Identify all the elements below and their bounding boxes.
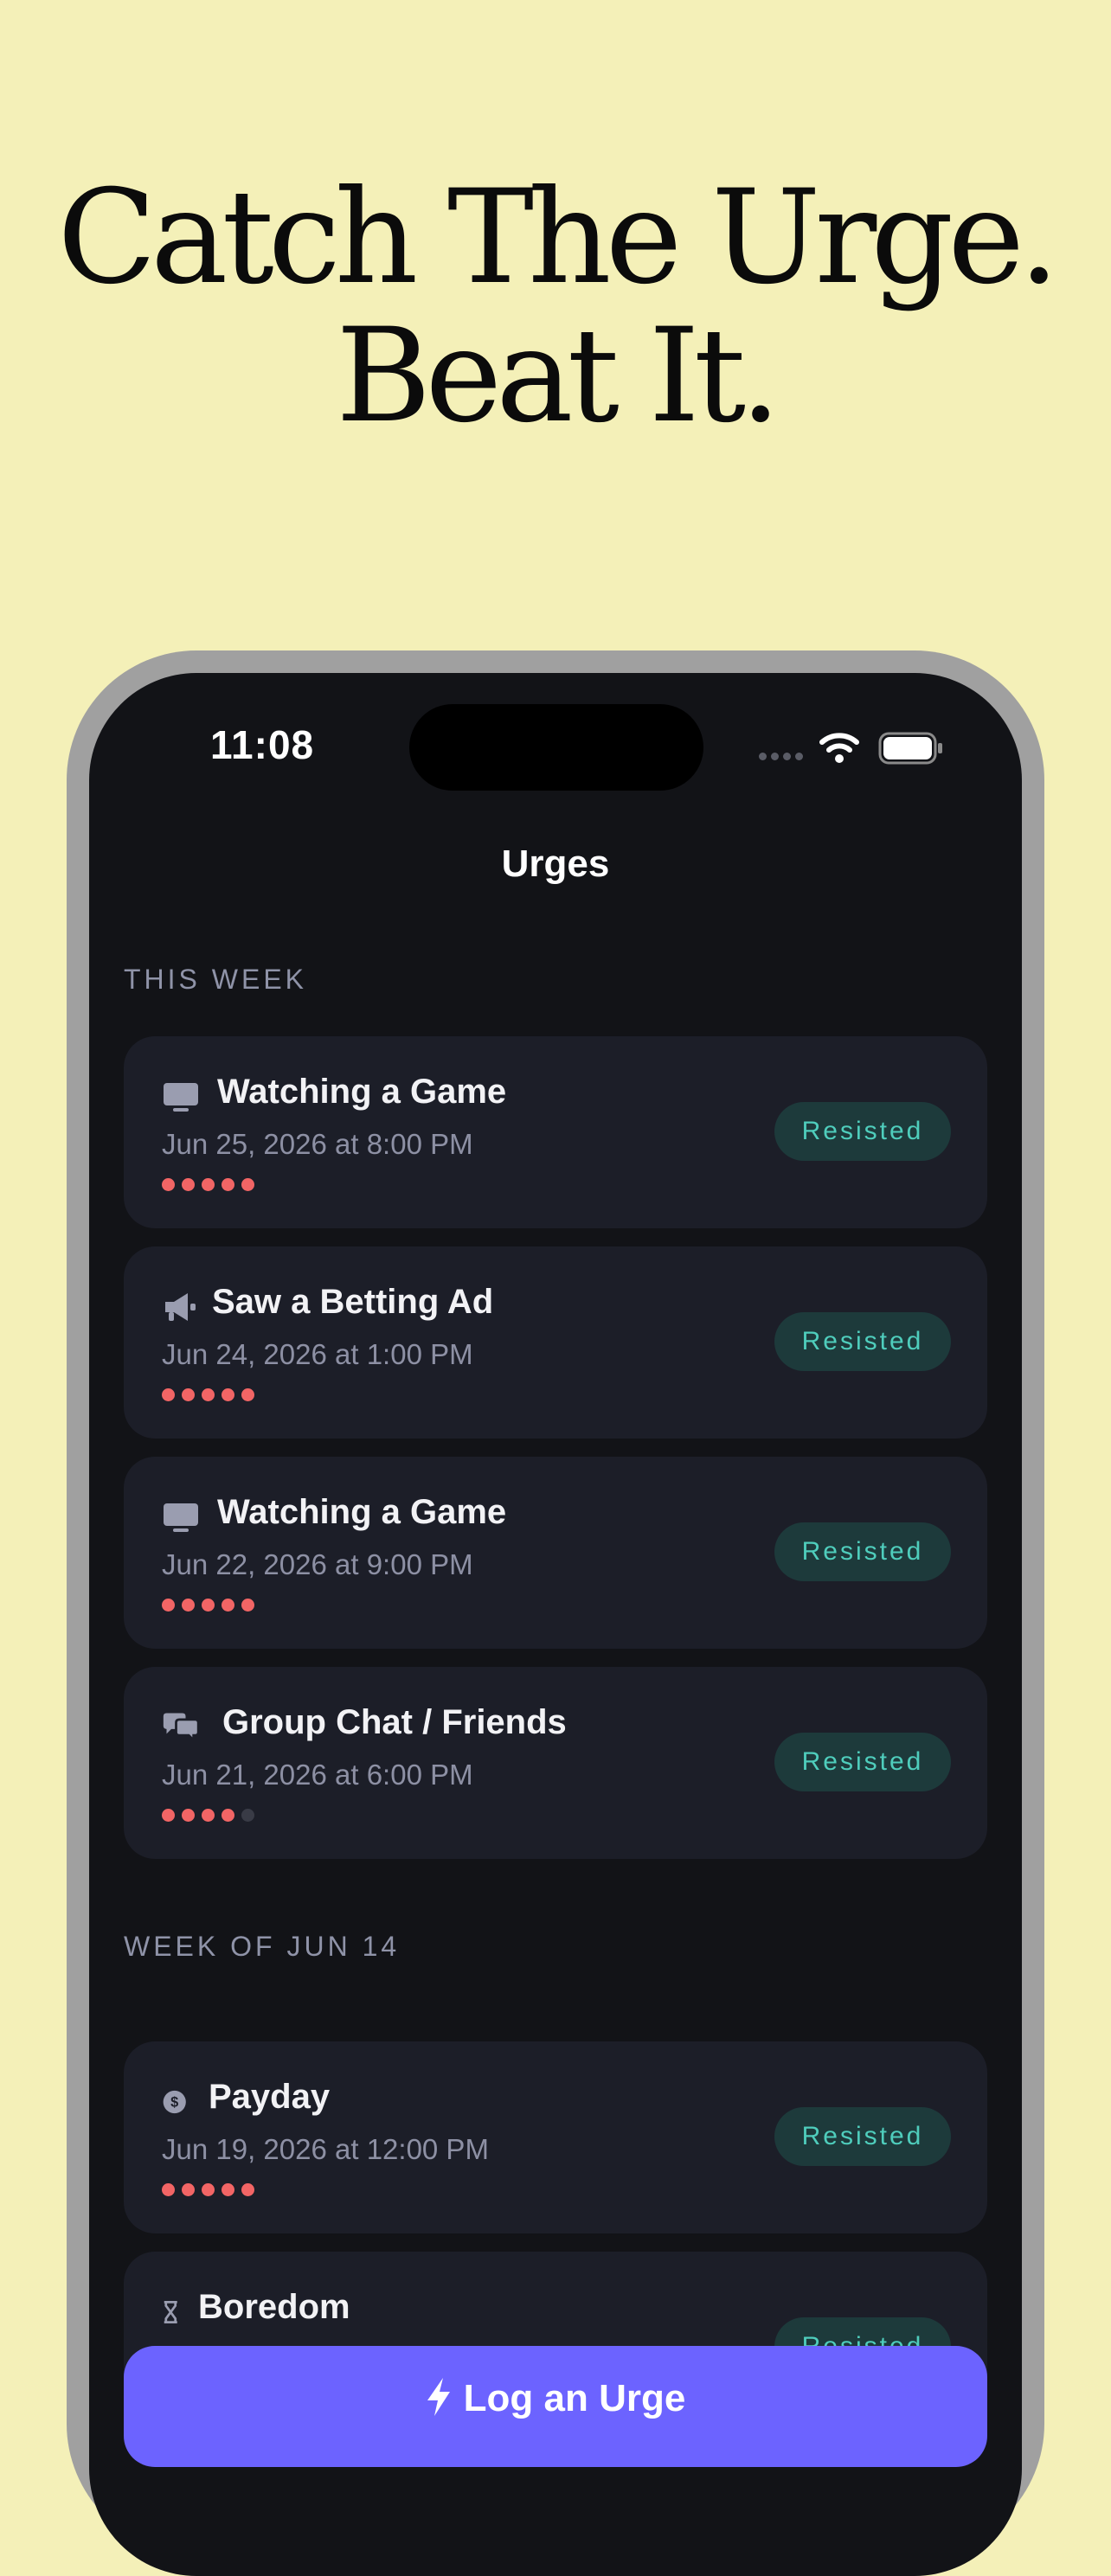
urge-date: Jun 24, 2026 at 1:00 PM (162, 1338, 473, 1370)
intensity-dot (241, 1178, 254, 1191)
intensity-dots (162, 1809, 254, 1822)
status-badge: Resisted (774, 1312, 951, 1371)
intensity-dot (182, 1599, 195, 1612)
urge-date: Jun 25, 2026 at 8:00 PM (162, 1128, 473, 1160)
urge-card[interactable]: Watching a Game Jun 25, 2026 at 8:00 PM … (124, 1036, 987, 1228)
status-badge: Resisted (774, 1522, 951, 1581)
intensity-dot (202, 1809, 215, 1822)
tv-icon (164, 1083, 198, 1112)
section-header-this-week: THIS WEEK (124, 964, 308, 995)
intensity-dot (162, 1809, 175, 1822)
status-badge: Resisted (774, 1102, 951, 1161)
intensity-dot (182, 1388, 195, 1401)
urge-title: Saw a Betting Ad (212, 1283, 494, 1321)
urge-date: Jun 19, 2026 at 12:00 PM (162, 2133, 489, 2165)
intensity-dot (222, 2183, 234, 2196)
intensity-dot (241, 1388, 254, 1401)
battery-icon (878, 732, 942, 765)
status-badge: Resisted (774, 2107, 951, 2166)
intensity-dots (162, 2183, 254, 2196)
urge-card[interactable]: Saw a Betting Ad Jun 24, 2026 at 1:00 PM… (124, 1246, 987, 1439)
wifi-icon (819, 733, 859, 763)
intensity-dot (241, 2183, 254, 2196)
intensity-dot (202, 2183, 215, 2196)
urge-card[interactable]: Watching a Game Jun 22, 2026 at 9:00 PM … (124, 1457, 987, 1649)
log-urge-label: Log an Urge (463, 2377, 686, 2419)
urge-card[interactable]: $ Payday Jun 19, 2026 at 12:00 PM Resist… (124, 2041, 987, 2233)
intensity-dot (162, 2183, 175, 2196)
urge-title: Payday (209, 2078, 331, 2116)
headline-line-2: Beat It. (336, 301, 781, 452)
hourglass-icon (164, 2301, 177, 2323)
intensity-dot (222, 1178, 234, 1191)
tv-icon (164, 1503, 198, 1532)
status-badge: Resisted (774, 1733, 951, 1791)
intensity-dot (182, 1809, 195, 1822)
intensity-dot (202, 1388, 215, 1401)
intensity-dot (202, 1599, 215, 1612)
intensity-dot (222, 1809, 234, 1822)
headline-line-1: Catch The Urge. (57, 163, 1059, 313)
log-urge-button[interactable]: Log an Urge (124, 2346, 987, 2467)
megaphone-icon (165, 1293, 196, 1321)
intensity-dots (162, 1388, 254, 1401)
intensity-dot (222, 1599, 234, 1612)
urge-card[interactable]: Group Chat / Friends Jun 21, 2026 at 6:0… (124, 1667, 987, 1859)
cellular-signal-icon (759, 753, 803, 760)
urge-title: Watching a Game (217, 1493, 507, 1531)
intensity-dot (162, 1599, 175, 1612)
urge-title: Watching a Game (217, 1073, 507, 1111)
intensity-dots (162, 1178, 254, 1191)
headline: Catch The Urge. Beat It. (0, 169, 1111, 445)
svg-text:$: $ (170, 2095, 178, 2111)
dynamic-island (409, 704, 703, 791)
urge-title: Group Chat / Friends (222, 1703, 567, 1741)
urge-title: Boredom (198, 2288, 350, 2326)
intensity-dot (202, 1178, 215, 1191)
intensity-dot (182, 1178, 195, 1191)
intensity-dot (241, 1599, 254, 1612)
urge-date: Jun 22, 2026 at 9:00 PM (162, 1548, 473, 1580)
phone-screen: 11:08 Urges THIS WEEK Watching a Game Ju… (89, 673, 1022, 2576)
bolt-icon (427, 2378, 450, 2416)
intensity-dot (241, 1809, 254, 1822)
intensity-dots (162, 1599, 254, 1612)
nav-title: Urges (501, 843, 610, 885)
chat-bubbles-icon (163, 1713, 200, 1743)
intensity-dot (162, 1388, 175, 1401)
dollar-coin-icon: $ (163, 2090, 186, 2114)
intensity-dot (182, 2183, 195, 2196)
intensity-dot (222, 1388, 234, 1401)
urge-date: Jun 21, 2026 at 6:00 PM (162, 1759, 473, 1791)
section-header-week-of-jun-14: WEEK OF JUN 14 (124, 1931, 401, 1962)
intensity-dot (162, 1178, 175, 1191)
status-time: 11:08 (210, 722, 315, 767)
